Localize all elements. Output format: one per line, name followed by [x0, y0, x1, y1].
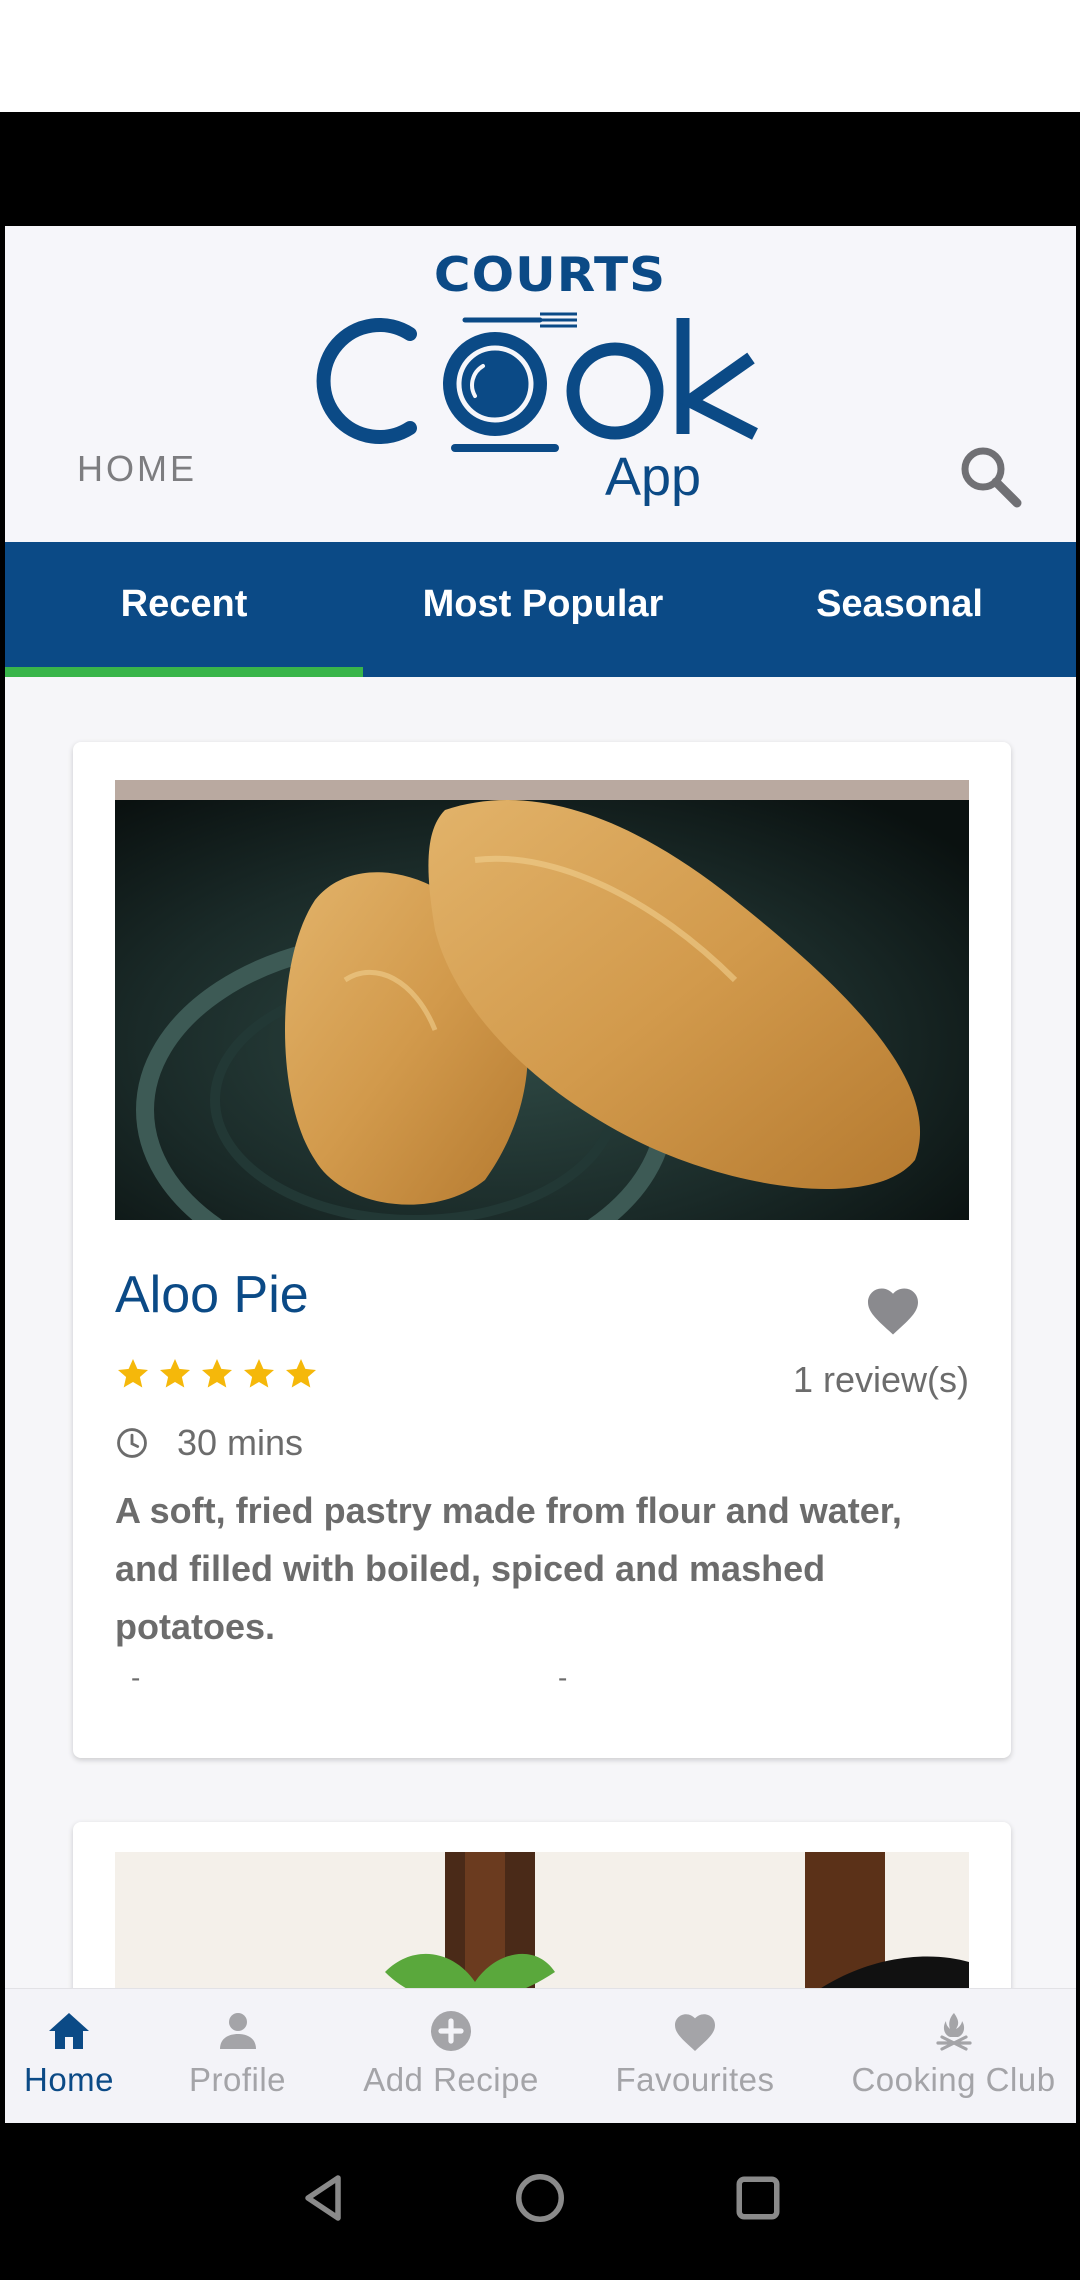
recipe-image	[115, 780, 969, 1220]
star-icon	[244, 1359, 274, 1388]
star-icon	[118, 1359, 148, 1388]
nav-profile[interactable]: Profile	[170, 1989, 305, 2123]
screen-edge	[0, 226, 5, 2123]
recipe-title[interactable]: Aloo Pie	[115, 1265, 309, 1325]
screen-edge	[1076, 226, 1080, 2123]
cook-time: 30 mins	[115, 1422, 303, 1464]
star-icon	[202, 1359, 232, 1388]
recipe-list[interactable]: Aloo Pie 1 review(s) 30 mins A soft, fri…	[5, 677, 1076, 2123]
nav-label: Home	[23, 2061, 115, 2098]
tab-recent[interactable]: Recent	[5, 542, 363, 667]
rating-stars	[115, 1356, 319, 1392]
tab-label: Seasonal	[816, 583, 983, 625]
home-system-icon[interactable]	[510, 2168, 570, 2228]
cook-time-text: 30 mins	[177, 1422, 304, 1463]
add-circle-icon	[431, 2011, 471, 2051]
nav-label: Profile	[188, 2061, 287, 2098]
app-header: COURTS App HOME	[5, 226, 1076, 542]
tab-most-popular[interactable]: Most Popular	[363, 542, 723, 667]
nav-label: Favourites	[615, 2061, 775, 2098]
clock-icon	[117, 1428, 147, 1458]
logo-brand-text: COURTS	[433, 247, 667, 303]
nav-add-recipe[interactable]: Add Recipe	[345, 1989, 557, 2123]
review-count: 1 review(s)	[792, 1359, 969, 1400]
active-tab-indicator	[5, 667, 363, 677]
recipe-description: A soft, fried pastry made from flour and…	[115, 1490, 902, 1647]
nav-favourites[interactable]: Favourites	[600, 1989, 790, 2123]
tab-label: Recent	[120, 583, 248, 625]
search-icon	[961, 447, 1022, 508]
meta-placeholder-left: -	[131, 1662, 141, 1693]
star-icon	[286, 1359, 316, 1388]
heart-icon	[675, 2014, 715, 2051]
courts-cook-app-logo: COURTS App	[315, 246, 785, 531]
person-icon	[219, 2013, 256, 2049]
favourite-button[interactable]	[863, 1282, 923, 1337]
status-bar	[0, 112, 1080, 226]
category-tab-bar: Recent Most Popular Seasonal	[5, 542, 1076, 677]
app-screen: COURTS App HOME Recent Most Popular Seas…	[0, 226, 1080, 2123]
meta-placeholder-right: -	[558, 1662, 568, 1693]
nav-label: Cooking Club	[851, 2061, 1056, 2098]
tab-seasonal[interactable]: Seasonal	[723, 542, 1076, 667]
home-icon	[49, 2013, 89, 2049]
top-margin	[0, 0, 1080, 112]
search-button[interactable]	[955, 441, 1025, 511]
nav-home[interactable]: Home	[5, 1989, 133, 2123]
bottom-navigation: Home Profile Add Recipe Favourites Cooki…	[5, 1988, 1076, 2123]
star-icon	[160, 1359, 190, 1388]
nav-cooking-club[interactable]: Cooking Club	[835, 1989, 1072, 2123]
page-title: HOME	[77, 448, 197, 489]
back-icon[interactable]	[293, 2168, 353, 2228]
aloo-pie-photo	[115, 780, 969, 1220]
logo-sub-text: App	[605, 447, 702, 507]
nav-label: Add Recipe	[363, 2061, 539, 2098]
heart-icon	[868, 1288, 918, 1335]
tab-label: Most Popular	[422, 583, 664, 625]
cooking-club-icon	[935, 2013, 972, 2051]
recents-icon[interactable]	[728, 2168, 788, 2228]
recipe-card[interactable]: Aloo Pie 1 review(s) 30 mins A soft, fri…	[73, 742, 1011, 1758]
system-navigation-bar	[0, 2123, 1080, 2280]
logo-cook-graphic	[316, 312, 758, 452]
